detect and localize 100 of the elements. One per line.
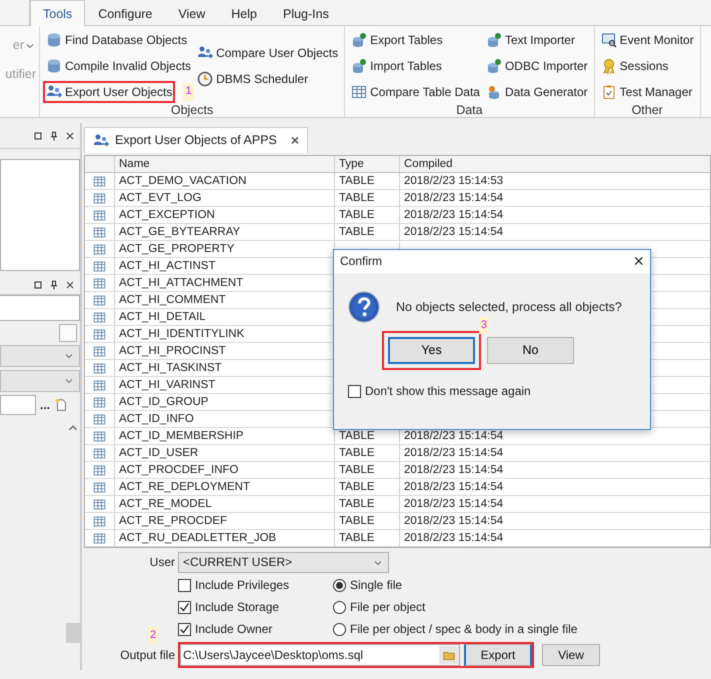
group-label: Data	[455, 103, 484, 118]
ribbon-button[interactable]: Compare User Objects	[194, 42, 342, 64]
table-cell-text: 2018/2/23 15:14:54	[403, 446, 504, 461]
ribbon-button[interactable]: Find Database Objects	[43, 29, 190, 51]
database-icon	[351, 58, 368, 74]
menu-tab[interactable]: Tools	[30, 0, 86, 27]
menu-tab[interactable]: View	[165, 0, 218, 26]
table-cell: ACT_PROCDEF_INFO	[115, 462, 335, 478]
grid-icon	[93, 446, 106, 460]
table-cell-text: 2018/2/23 15:14:54	[403, 225, 504, 240]
users-icon	[197, 45, 214, 61]
output-file-field[interactable]: C:\Users\Jaycee\Desktop\oms.sql	[180, 644, 460, 666]
restore-icon	[32, 130, 44, 142]
ribbon-button[interactable]: Export Tables	[348, 29, 446, 51]
checkbox-label: Include Owner	[195, 622, 272, 637]
checkbox[interactable]	[178, 578, 191, 592]
ribbon-button[interactable]: DBMS Scheduler	[194, 68, 312, 90]
radio-button[interactable]	[333, 600, 346, 614]
checkbox[interactable]	[59, 324, 77, 342]
grid-icon	[93, 532, 106, 544]
ribbon-button[interactable]: Compile Invalid Objects	[43, 55, 194, 77]
grid-icon	[93, 480, 106, 494]
column-header[interactable]: Type	[335, 156, 400, 172]
browse-button[interactable]: ...	[40, 398, 50, 412]
table-cell: TABLE	[335, 190, 400, 206]
checkbox-label: Don't show this message again	[365, 384, 531, 398]
menu-tab[interactable]: Help	[218, 0, 270, 26]
clock-icon	[197, 71, 214, 87]
table-cell: ACT_RE_DEPLOYMENT	[115, 479, 335, 495]
table-cell-text: 2018/2/23 15:14:54	[403, 497, 504, 512]
table-cell-text: 2018/2/23 15:14:53	[403, 174, 504, 189]
grid-icon	[351, 84, 368, 100]
checkbox-label: Include Storage	[195, 600, 280, 615]
close-button[interactable]: ×	[633, 250, 644, 272]
column-header[interactable]: Name	[115, 156, 335, 172]
medal-icon	[600, 58, 617, 74]
export-button[interactable]: Export	[464, 644, 532, 666]
dialog-message: No objects selected, process all objects?	[396, 300, 622, 314]
table-cell: TABLE	[335, 479, 400, 495]
ribbon-button[interactable]: Event Monitor	[598, 29, 697, 51]
ribbon-button[interactable]: Compare Table Data	[348, 81, 483, 103]
table-cell-text: 2018/2/23 15:14:54	[403, 514, 504, 529]
grid-icon	[93, 242, 106, 256]
pin-icon	[48, 278, 60, 290]
annotation-number: 2	[148, 627, 158, 644]
table-cell: ACT_EVT_LOG	[115, 190, 335, 206]
annotation-number: 1	[183, 83, 194, 101]
checkbox[interactable]	[178, 600, 191, 614]
radio-label: Single file	[350, 578, 402, 593]
table-cell: TABLE	[335, 496, 400, 512]
table-cell: TABLE	[335, 530, 400, 546]
field-label: Output file	[119, 648, 176, 662]
checkbox[interactable]	[348, 384, 361, 398]
table-cell: TABLE	[335, 462, 400, 478]
close-icon	[64, 130, 76, 142]
grid-icon	[93, 174, 106, 188]
checkbox-label: Include Privileges	[195, 578, 290, 593]
ribbon-button[interactable]: Import Tables	[348, 55, 445, 77]
radio-label: File per object	[350, 600, 426, 615]
column-header[interactable]: Compiled	[400, 156, 710, 172]
grid-icon	[93, 310, 106, 324]
checkbox[interactable]	[178, 622, 191, 636]
grid-icon	[93, 294, 106, 306]
tab-close-button[interactable]: ×	[290, 132, 300, 149]
grid-icon	[93, 396, 106, 408]
radio-button[interactable]	[333, 622, 346, 636]
annotation-number: 3	[478, 317, 489, 334]
table-cell-text: 2018/2/23 15:14:54	[403, 429, 504, 444]
ribbon-button[interactable]: Sessions	[598, 55, 672, 77]
ribbon-button[interactable]: Test Manager	[598, 81, 696, 103]
ribbon-button[interactable]: Data Generator	[482, 81, 591, 103]
table-cell: TABLE	[335, 173, 400, 189]
database-icon	[46, 32, 62, 48]
grid-icon	[93, 498, 106, 510]
dialog-button[interactable]: No	[487, 337, 574, 364]
grid-icon	[93, 260, 106, 272]
grid-icon	[93, 464, 106, 476]
view-button[interactable]: View	[542, 644, 600, 666]
user-dropdown[interactable]: <CURRENT USER>	[178, 552, 389, 573]
radio-button[interactable]	[333, 578, 346, 592]
scrollbar-thumb[interactable]	[66, 623, 80, 643]
ribbon-button[interactable]: Text Importer	[482, 29, 578, 51]
browse-button[interactable]	[439, 646, 459, 664]
table-cell: TABLE	[335, 224, 400, 240]
document-tab[interactable]: Export User Objects of APPS ×	[84, 127, 308, 153]
input-field[interactable]	[0, 395, 36, 415]
table-cell: ACT_ID_USER	[115, 445, 335, 461]
grid-icon	[93, 378, 106, 392]
ribbon-button[interactable]: Export User Objects	[43, 81, 176, 103]
menu-tab[interactable]: Configure	[85, 0, 166, 26]
table-cell: TABLE	[335, 445, 400, 461]
pin-icon	[48, 130, 60, 142]
ribbon-button[interactable]: ODBC Importer	[482, 55, 591, 77]
table-cell: ACT_RE_PROCDEF	[115, 513, 335, 529]
table-cell: ACT_GE_BYTEARRAY	[115, 224, 335, 240]
table-cell: ACT_RE_MODEL	[115, 496, 335, 512]
monitor-icon	[600, 32, 617, 48]
dialog-button[interactable]: Yes	[388, 337, 475, 364]
menu-tab[interactable]: Plug-Ins	[270, 0, 342, 26]
grid-icon	[93, 328, 106, 340]
